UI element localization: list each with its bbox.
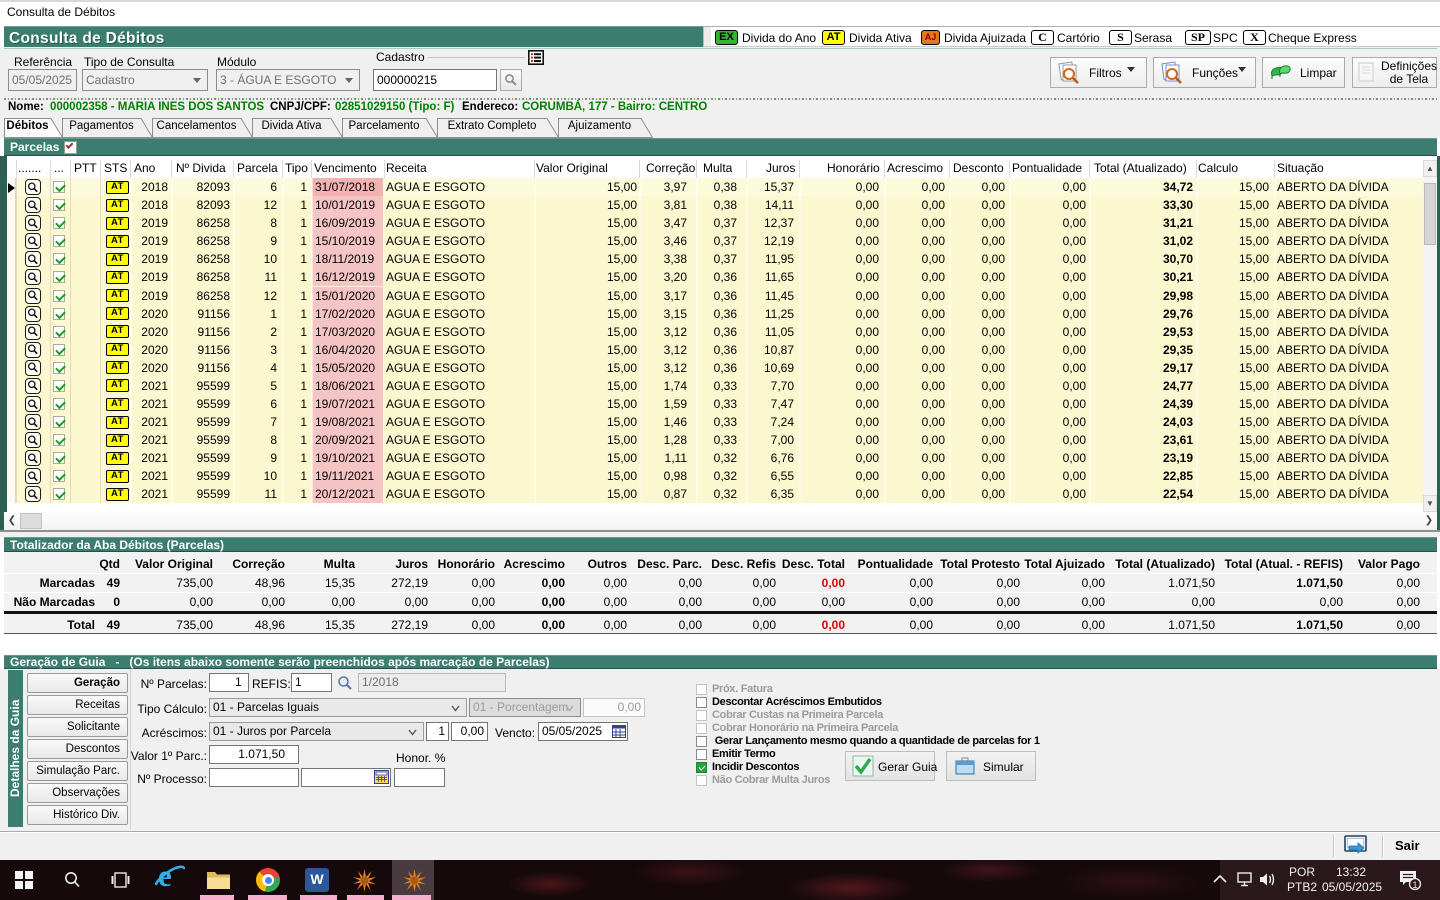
svg-text:1: 1 bbox=[1412, 880, 1417, 890]
